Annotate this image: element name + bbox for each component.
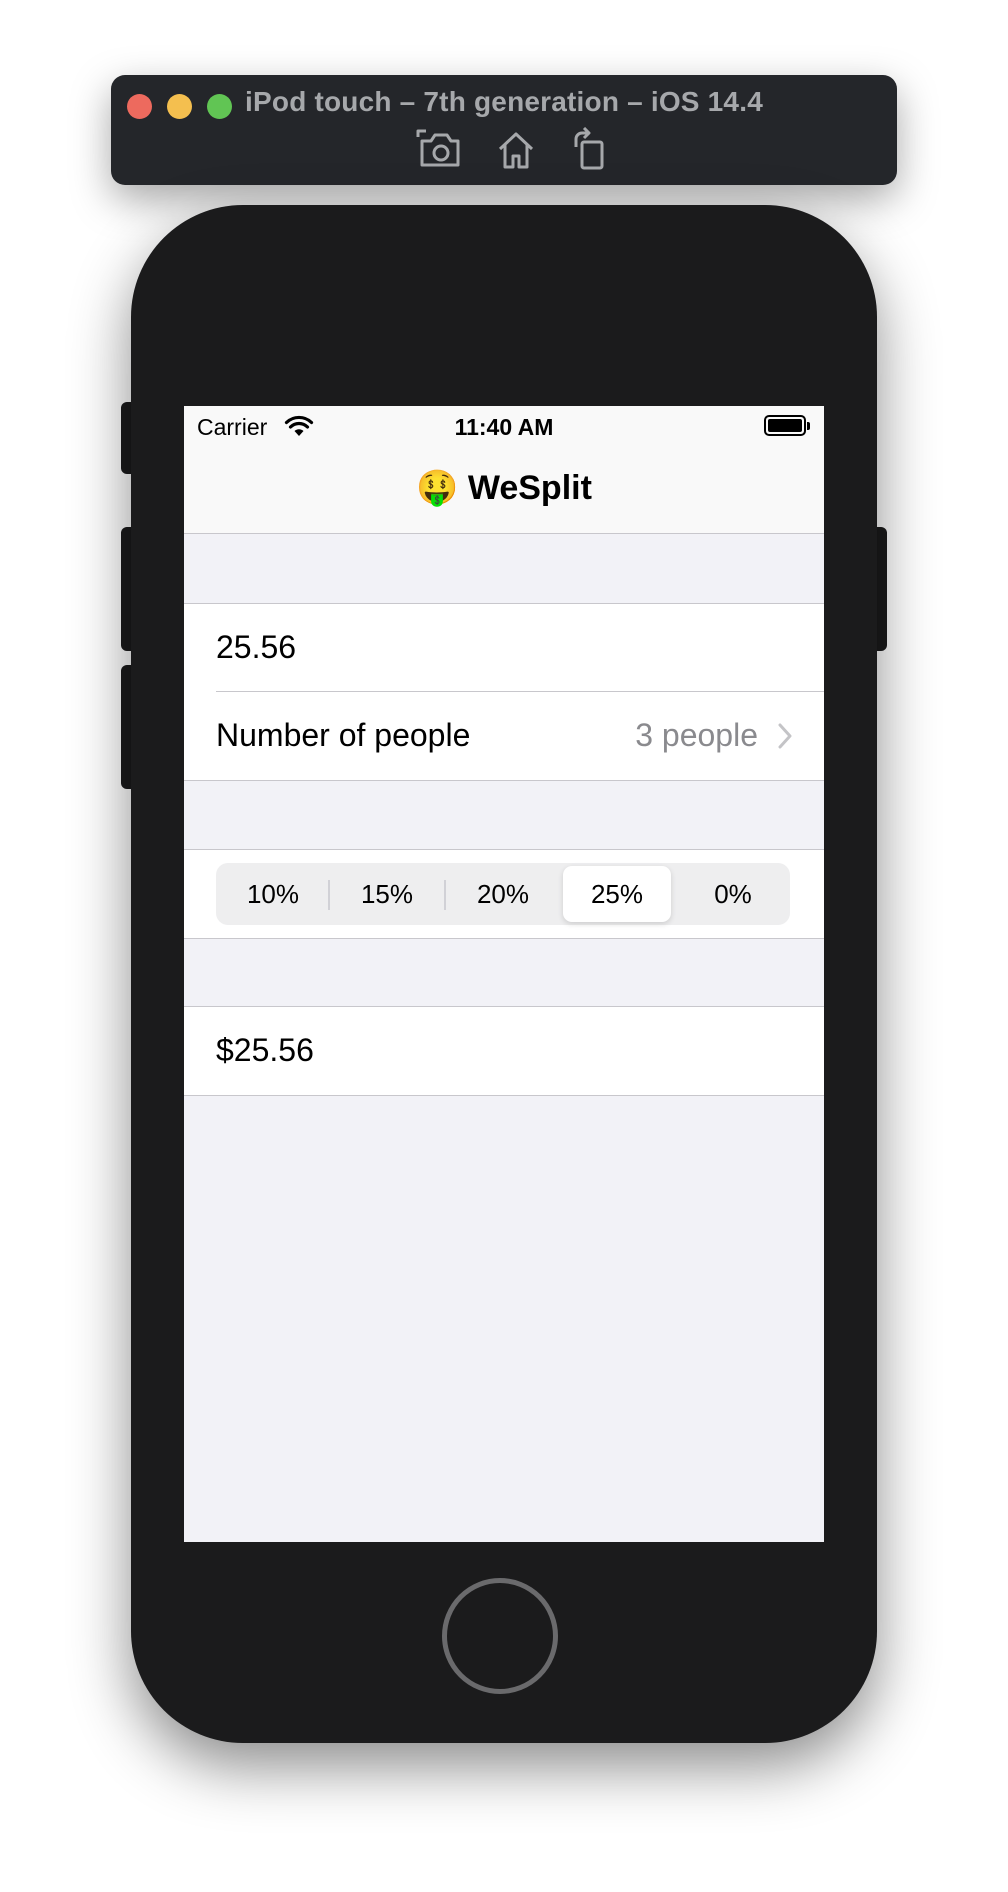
amount-section: 25.56 Number of people 3 people (184, 603, 824, 781)
amount-field[interactable]: 25.56 (216, 629, 296, 666)
simulator-title: iPod touch – 7th generation – iOS 14.4 (245, 86, 763, 117)
tip-option-0[interactable]: 0% (679, 866, 787, 922)
total-cell: $25.56 (184, 1007, 824, 1095)
screenshot-icon[interactable] (416, 127, 464, 173)
status-time: 11:40 AM (454, 414, 554, 440)
amount-cell[interactable]: 25.56 (184, 604, 824, 692)
simulator-title-bar: iPod touch – 7th generation – iOS 14.4 (111, 75, 897, 185)
people-label: Number of people (216, 717, 471, 753)
battery-level (768, 419, 802, 432)
navigation-bar: 🤑 WeSplit (184, 446, 824, 534)
home-icon[interactable] (492, 127, 540, 173)
people-value: 3 people (635, 717, 758, 753)
total-section: $25.56 (184, 1006, 824, 1096)
number-of-people-picker[interactable]: Number of people 3 people (184, 692, 824, 780)
home-button[interactable] (442, 1578, 558, 1694)
chevron-right-icon (778, 723, 792, 749)
rotate-icon[interactable] (566, 126, 614, 173)
page-title: 🤑 WeSplit (416, 469, 592, 507)
tip-option-25[interactable]: 25% (563, 866, 671, 922)
status-bar: Carrier 11:40 AM (184, 406, 824, 446)
total-per-person: $25.56 (216, 1032, 314, 1068)
tip-option-20[interactable]: 20% (449, 866, 557, 922)
battery-icon (764, 415, 810, 436)
tip-section: 10% 15% 20% 25% 0% (184, 849, 824, 939)
device-screen: Carrier 11:40 AM 🤑 WeSplit 25.56 Number … (184, 406, 824, 1542)
tip-option-15[interactable]: 15% (333, 866, 441, 922)
tip-option-10[interactable]: 10% (219, 866, 327, 922)
tip-percentage-control[interactable]: 10% 15% 20% 25% 0% (216, 863, 790, 925)
